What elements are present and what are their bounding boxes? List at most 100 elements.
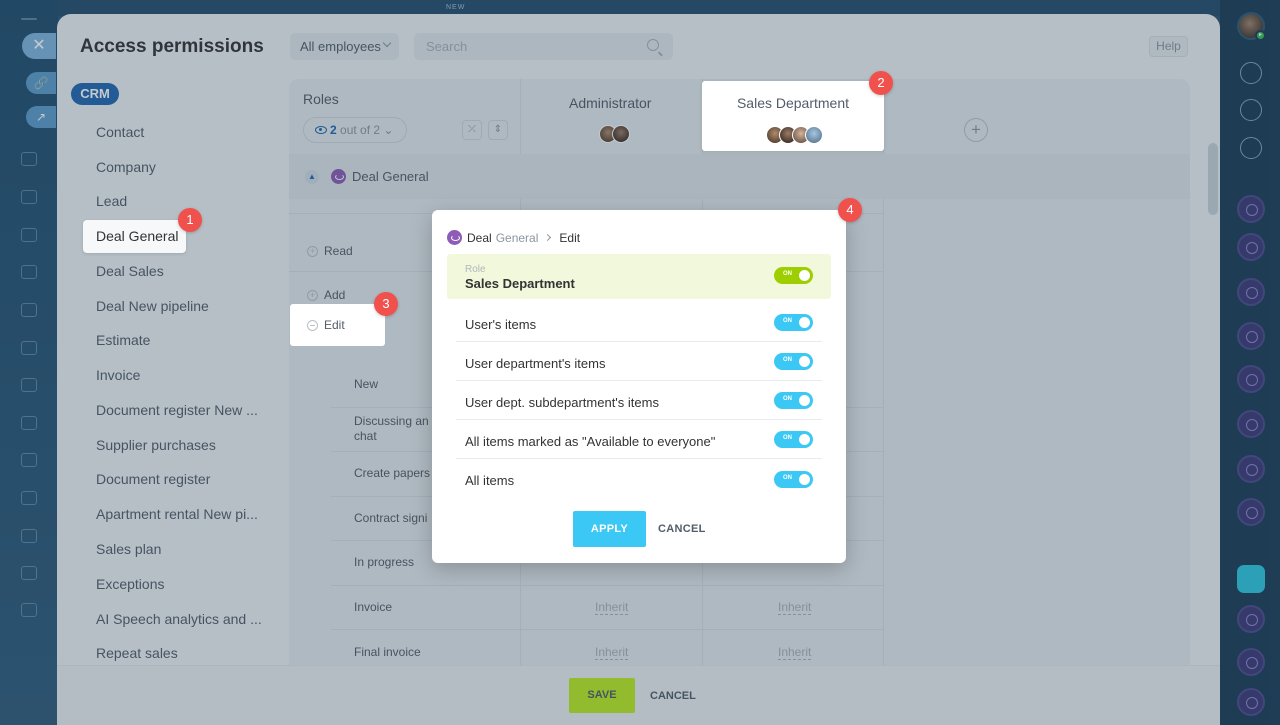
row-divider: [331, 629, 883, 630]
sidebar-item-lead[interactable]: Lead: [96, 193, 127, 209]
sidebar-item-contact[interactable]: Contact: [96, 124, 144, 140]
popup-cancel-button[interactable]: CANCEL: [658, 523, 706, 535]
chat-avatar-icon[interactable]: [1237, 498, 1265, 526]
crm-badge[interactable]: CRM: [71, 83, 119, 105]
inherit-link[interactable]: Inherit: [595, 600, 629, 615]
filter-icon[interactable]: [21, 529, 37, 543]
sites-icon[interactable]: [21, 566, 37, 580]
crm-icon[interactable]: [21, 341, 37, 355]
roles-header: Roles: [303, 91, 339, 107]
sidebar-item-invoice[interactable]: Invoice: [96, 367, 140, 383]
menu-icon[interactable]: [21, 18, 37, 20]
sidebar-item-deal-sales[interactable]: Deal Sales: [96, 263, 164, 279]
inherit-link[interactable]: Inherit: [595, 645, 629, 660]
permission-row-read[interactable]: + Read: [307, 244, 353, 258]
calendar-icon[interactable]: [21, 228, 37, 242]
option-label: User's items: [465, 317, 537, 332]
open-new-window-icon[interactable]: ↗: [26, 106, 56, 128]
sidebar-item-document-register-new[interactable]: Document register New ...: [96, 402, 258, 418]
role-label: Role: [465, 264, 486, 275]
store-icon[interactable]: [21, 603, 37, 617]
groups-icon[interactable]: [21, 190, 37, 204]
sidebar-item-document-register[interactable]: Document register: [96, 471, 210, 487]
sidebar-item-supplier-purchases[interactable]: Supplier purchases: [96, 437, 216, 453]
option-toggle[interactable]: ON: [774, 392, 813, 409]
breadcrumb-action: Edit: [559, 230, 581, 245]
mail-icon[interactable]: [21, 378, 37, 392]
boards-icon[interactable]: [21, 303, 37, 317]
toggle-on-label: ON: [783, 357, 792, 363]
column-header-sales-department[interactable]: Sales Department: [702, 81, 884, 151]
search-input[interactable]: Search: [414, 33, 673, 60]
sidebar-item-apartment-rental[interactable]: Apartment rental New pi...: [96, 506, 258, 522]
chevron-right-icon: [544, 233, 552, 242]
chat-avatar-icon[interactable]: [1237, 605, 1265, 633]
docs-icon[interactable]: [21, 265, 37, 279]
sidebar-item-exceptions[interactable]: Exceptions: [96, 576, 164, 592]
callout-badge-2: 2: [869, 71, 893, 95]
open-chat-icon[interactable]: [1237, 565, 1265, 593]
toggle-knob: [799, 356, 810, 367]
stage-row-invoice: Invoice: [354, 600, 393, 614]
stage-row-contract-signing: Contract signi: [354, 511, 428, 525]
sidebar-item-estimate[interactable]: Estimate: [96, 332, 150, 348]
chevron-up-icon[interactable]: ▲: [305, 170, 319, 184]
expand-all-icon[interactable]: ⇕: [488, 120, 508, 140]
save-button[interactable]: SAVE: [569, 678, 635, 713]
option-label: User department's items: [465, 356, 606, 371]
inherit-link[interactable]: Inherit: [778, 600, 812, 615]
collapse-all-icon[interactable]: ⤫: [462, 120, 482, 140]
section-title: Deal General: [331, 169, 429, 184]
sidebar-item-deal-general[interactable]: Deal General: [83, 220, 186, 253]
section-row-deal-general: ▲ Deal General: [289, 154, 1190, 199]
sidebar-item-deal-new-pipeline[interactable]: Deal New pipeline: [96, 298, 209, 314]
visible-roles-toggle[interactable]: 2 out of 2 ⌄: [303, 117, 407, 143]
stage-row-discussing: Discussing an chat: [354, 414, 429, 443]
chat-avatar-icon[interactable]: [1237, 322, 1265, 350]
permission-row-add[interactable]: + Add: [307, 288, 345, 302]
copilot-icon[interactable]: [1240, 99, 1262, 121]
role-toggle[interactable]: ON: [774, 267, 813, 284]
chat-avatar-icon[interactable]: [1237, 410, 1265, 438]
column-header-administrator[interactable]: Administrator: [569, 95, 651, 111]
cancel-button[interactable]: CANCEL: [650, 690, 696, 702]
sidebar-item-company[interactable]: Company: [96, 159, 156, 175]
option-toggle[interactable]: ON: [774, 353, 813, 370]
section-title-label: Deal General: [352, 169, 429, 184]
chat-icon[interactable]: [21, 491, 37, 505]
chat-avatar-icon[interactable]: [1237, 688, 1265, 716]
help-button[interactable]: Help: [1149, 36, 1188, 57]
messenger-icon[interactable]: [1240, 137, 1262, 159]
toggle-knob: [799, 434, 810, 445]
notifications-icon[interactable]: [1240, 62, 1262, 84]
callout-badge-1: 1: [178, 208, 202, 232]
breadcrumb-entity: Deal: [467, 230, 492, 245]
search-icon[interactable]: [647, 39, 659, 51]
sidebar-item-ai-speech-analytics[interactable]: AI Speech analytics and ...: [96, 611, 262, 627]
apply-button[interactable]: APPLY: [573, 511, 646, 547]
feed-icon[interactable]: [21, 152, 37, 166]
chat-avatar-icon[interactable]: [1237, 455, 1265, 483]
contacts-icon[interactable]: [21, 416, 37, 430]
option-toggle[interactable]: ON: [774, 431, 813, 448]
option-toggle[interactable]: ON: [774, 314, 813, 331]
tasks-icon[interactable]: [21, 453, 37, 467]
inherit-link[interactable]: Inherit: [778, 645, 812, 660]
page-scrollbar[interactable]: [1208, 143, 1218, 215]
chat-avatar-icon[interactable]: [1237, 365, 1265, 393]
add-role-button[interactable]: +: [964, 118, 988, 142]
sidebar-item-sales-plan[interactable]: Sales plan: [96, 541, 161, 557]
option-toggle[interactable]: ON: [774, 471, 813, 488]
user-avatar[interactable]: ▸: [1237, 12, 1266, 41]
deal-icon: [331, 169, 346, 184]
copy-link-icon[interactable]: 🔗: [26, 72, 56, 94]
employees-filter-select[interactable]: All employees: [290, 33, 399, 60]
chat-avatar-icon[interactable]: [1237, 195, 1265, 223]
plus-circle-icon: +: [307, 289, 318, 301]
chat-avatar-icon[interactable]: [1237, 278, 1265, 306]
chat-avatar-icon[interactable]: [1237, 233, 1265, 261]
chat-avatar-icon[interactable]: [1237, 648, 1265, 676]
close-slider-button[interactable]: ✕: [22, 33, 56, 59]
sidebar-item-repeat-sales[interactable]: Repeat sales: [96, 645, 178, 661]
permission-row-edit[interactable]: Edit: [290, 304, 385, 346]
